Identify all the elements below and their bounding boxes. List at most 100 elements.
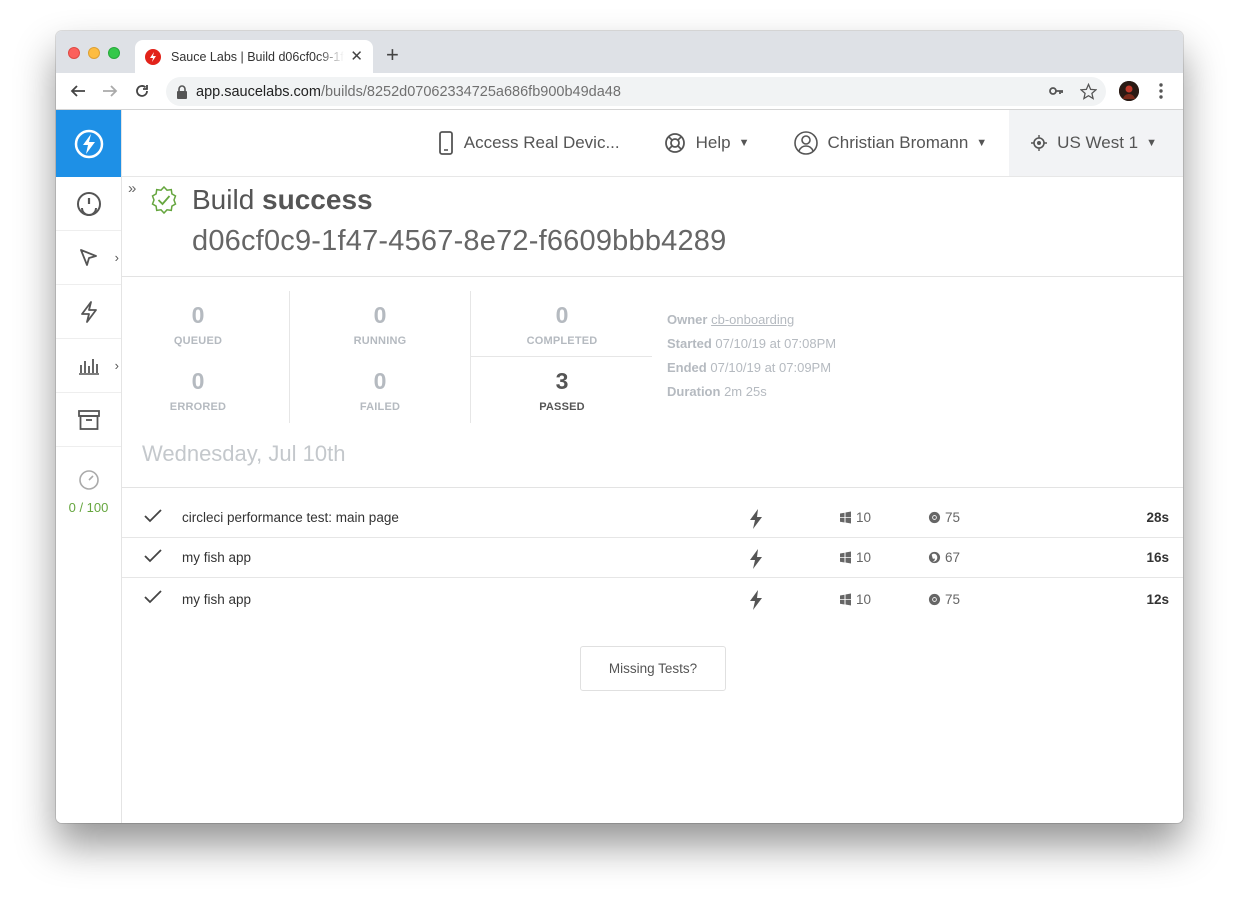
owner-label: Owner	[667, 312, 708, 327]
speedometer-icon	[78, 470, 99, 490]
browser-version: 75	[928, 592, 960, 607]
os-version: 10	[839, 550, 871, 565]
build-status: Build success	[192, 184, 373, 216]
chevron-right-icon: ›	[114, 250, 119, 265]
browser-version-value: 67	[945, 550, 961, 565]
expand-panel-icon[interactable]: »	[128, 180, 136, 197]
sauce-labs-app: › › 0 / 100 Access Real Devic... Help ▼ …	[56, 110, 1183, 823]
reload-icon[interactable]	[132, 81, 152, 101]
user-menu[interactable]: Christian Bromann ▼	[772, 110, 1010, 176]
help-menu[interactable]: Help ▼	[642, 110, 772, 176]
browser-window: Sauce Labs | Build d06cf0c9-1f47-4567-8e…	[56, 31, 1183, 823]
sidebar-item-archive[interactable]	[56, 393, 121, 447]
stat-errored-label: ERRORED	[169, 401, 227, 413]
owner-link[interactable]: cb-onboarding	[711, 312, 794, 327]
archive-icon	[77, 409, 100, 430]
sauce-labs-logo[interactable]	[56, 110, 121, 177]
duration-label: Duration	[667, 384, 721, 399]
profile-avatar[interactable]	[1119, 81, 1139, 101]
lightning-icon	[750, 549, 762, 569]
tab-strip: Sauce Labs | Build d06cf0c9-1f47-4567-8e…	[56, 31, 1183, 73]
sidebar: › › 0 / 100	[56, 110, 122, 823]
test-name[interactable]: my fish app	[182, 550, 251, 565]
stat-running-value: 0	[373, 302, 387, 328]
help-label: Help	[695, 133, 731, 152]
lightning-icon	[750, 509, 762, 529]
os-version-value: 10	[856, 510, 872, 525]
bar-chart-icon	[78, 358, 99, 375]
chevron-down-icon: ▼	[976, 137, 988, 149]
forward-arrow-icon[interactable]	[100, 81, 120, 101]
url-host: app.saucelabs.com	[196, 83, 321, 100]
back-arrow-icon[interactable]	[68, 81, 88, 101]
cursor-icon	[79, 248, 97, 266]
stat-completed: 0 COMPLETED	[471, 302, 653, 347]
build-id: d06cf0c9-1f47-4567-8e72-f6609bbb4289	[192, 225, 727, 257]
os-version-value: 10	[856, 550, 872, 565]
browser-version-value: 75	[945, 510, 961, 525]
stat-divider	[470, 356, 652, 357]
stat-passed: 3 PASSED	[471, 368, 653, 413]
location-icon	[1031, 135, 1048, 151]
region-selector[interactable]: US West 1 ▼	[1009, 110, 1183, 176]
access-real-devices-link[interactable]: Access Real Devic...	[416, 110, 642, 176]
key-icon[interactable]	[1046, 81, 1066, 101]
check-icon	[144, 549, 162, 563]
chevron-right-icon: ›	[114, 358, 119, 373]
table-row[interactable]: my fish app 10 67 16s	[122, 538, 1183, 578]
build-detail: » Build success d06cf0c9-1f47-4567-8e72-…	[122, 177, 1183, 823]
new-tab-button[interactable]: +	[386, 44, 399, 66]
windows-icon	[840, 511, 851, 524]
sidebar-item-insights[interactable]: ›	[56, 339, 121, 393]
close-tab-icon[interactable]: ✕	[350, 49, 363, 64]
minimize-window-button[interactable]	[88, 47, 100, 59]
sidebar-item-live[interactable]	[56, 285, 121, 339]
stat-queued-value: 0	[191, 302, 205, 328]
stat-queued: 0 QUEUED	[122, 302, 274, 347]
test-duration: 16s	[1146, 550, 1169, 565]
date-heading: Wednesday, Jul 10th	[142, 441, 346, 466]
stat-errored-value: 0	[191, 368, 205, 394]
windows-icon	[840, 593, 851, 605]
build-status-word: success	[262, 184, 373, 215]
sidebar-item-dashboard[interactable]	[56, 177, 121, 231]
table-row[interactable]: my fish app 10 75 12s	[122, 579, 1183, 619]
sidebar-tunnels[interactable]: 0 / 100	[56, 447, 121, 515]
os-version: 10	[839, 510, 871, 525]
kebab-menu-icon[interactable]	[1151, 81, 1171, 101]
chevron-down-icon: ▼	[1146, 137, 1157, 149]
test-duration: 12s	[1146, 591, 1169, 607]
user-name: Christian Bromann	[827, 133, 969, 152]
test-name[interactable]: circleci performance test: main page	[182, 510, 399, 525]
browser-tab[interactable]: Sauce Labs | Build d06cf0c9-1f47-4567-8e…	[135, 40, 373, 73]
test-name[interactable]: my fish app	[182, 592, 251, 607]
table-row[interactable]: circleci performance test: main page 10 …	[122, 498, 1183, 538]
missing-tests-button[interactable]: Missing Tests?	[580, 646, 726, 691]
test-duration: 28s	[1146, 510, 1169, 525]
top-navigation: Access Real Devic... Help ▼ Christian Br…	[122, 110, 1183, 177]
browser-version: 75	[928, 510, 960, 525]
tunnel-count: 0 / 100	[68, 500, 109, 515]
address-bar[interactable]: app.saucelabs.com/builds/8252d0706233472…	[166, 77, 1106, 106]
star-icon[interactable]	[1078, 81, 1098, 101]
check-icon	[144, 590, 162, 604]
success-badge-icon	[149, 185, 179, 220]
chrome-icon	[928, 511, 941, 524]
started-label: Started	[667, 336, 712, 351]
firefox-icon	[928, 551, 941, 564]
lightning-icon	[80, 300, 97, 323]
sidebar-item-automated[interactable]: ›	[56, 231, 121, 285]
browser-version: 67	[928, 550, 960, 565]
stat-passed-label: PASSED	[539, 401, 585, 413]
stat-failed-value: 0	[373, 368, 387, 394]
ended-value: 07/10/19 at 07:09PM	[710, 360, 832, 375]
chrome-icon	[928, 593, 941, 605]
browser-toolbar: app.saucelabs.com/builds/8252d0706233472…	[56, 73, 1183, 110]
tab-title: Sauce Labs | Build d06cf0c9-1f47-4567-8e…	[171, 49, 344, 64]
close-window-button[interactable]	[68, 47, 80, 59]
lifebuoy-icon	[664, 133, 685, 153]
build-meta: Owner cb-onboarding Started 07/10/19 at …	[667, 308, 836, 404]
lightning-icon	[750, 590, 762, 610]
maximize-window-button[interactable]	[108, 47, 120, 59]
stat-failed: 0 FAILED	[290, 368, 470, 413]
